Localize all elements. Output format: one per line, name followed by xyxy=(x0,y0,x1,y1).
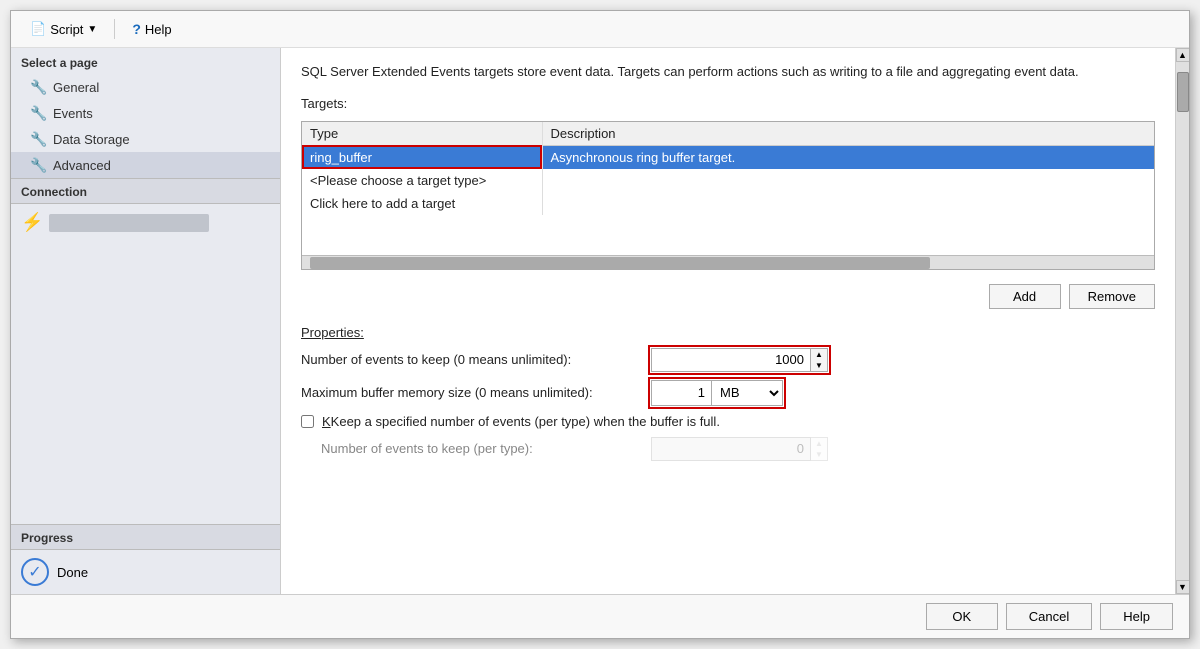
content-area: SQL Server Extended Events targets store… xyxy=(281,48,1175,594)
connection-section-title: Connection xyxy=(11,178,280,204)
prop1-label: Number of events to keep (0 means unlimi… xyxy=(301,352,641,367)
prop3-input xyxy=(651,437,811,461)
prop1-input-wrap: ▲ ▼ xyxy=(651,348,828,372)
help-bottom-button[interactable]: Help xyxy=(1100,603,1173,630)
cancel-button[interactable]: Cancel xyxy=(1006,603,1092,630)
help-button[interactable]: ? Help xyxy=(123,17,180,41)
scroll-down-arrow[interactable]: ▼ xyxy=(1176,580,1190,594)
sidebar-item-events[interactable]: 🔧 Events xyxy=(11,100,280,126)
data-storage-icon: 🔧 xyxy=(31,131,47,147)
prop3-spinner: ▲ ▼ xyxy=(811,437,828,461)
checkbox-label-text: Keep a specified number of events (per t… xyxy=(331,414,720,429)
toolbar-separator xyxy=(114,19,115,39)
keep-events-checkbox[interactable] xyxy=(301,415,314,428)
prop2-unit-select[interactable]: KB MB GB xyxy=(712,381,782,405)
empty-row xyxy=(302,215,1154,255)
properties-section: Properties: Number of events to keep (0 … xyxy=(301,325,1155,469)
prop1-down-btn[interactable]: ▼ xyxy=(811,360,827,371)
table-scrollbar-thumb[interactable] xyxy=(310,257,930,269)
sidebar-item-general[interactable]: 🔧 General xyxy=(11,74,280,100)
placeholder-type-cell: <Please choose a target type> xyxy=(302,169,542,192)
prop2-label: Maximum buffer memory size (0 means unli… xyxy=(301,385,641,400)
properties-label: Properties: xyxy=(301,325,1155,340)
add-target-cell: Click here to add a target xyxy=(302,192,542,215)
table-scrollbar[interactable] xyxy=(302,255,1154,269)
sidebar: Select a page 🔧 General 🔧 Events 🔧 Data … xyxy=(11,48,281,594)
add-button[interactable]: Add xyxy=(989,284,1061,309)
toolbar: 📄 Script ▼ ? Help xyxy=(11,11,1189,48)
general-icon: 🔧 xyxy=(31,79,47,95)
prop3-up-btn: ▲ xyxy=(811,438,827,449)
table-row[interactable]: Click here to add a target xyxy=(302,192,1154,215)
progress-section-title: Progress xyxy=(11,524,280,550)
progress-check-icon: ✓ xyxy=(21,558,49,586)
dialog: 📄 Script ▼ ? Help Select a page 🔧 Genera… xyxy=(10,10,1190,639)
prop3-input-wrap: ▲ ▼ xyxy=(651,437,828,461)
remove-button[interactable]: Remove xyxy=(1069,284,1155,309)
col-type-header: Type xyxy=(302,122,542,146)
script-icon: 📄 xyxy=(30,21,46,37)
advanced-icon: 🔧 xyxy=(31,157,47,173)
prop3-row: Number of events to keep (per type): ▲ ▼ xyxy=(301,437,1155,461)
add-target-desc-cell xyxy=(542,192,1154,215)
prop3-down-btn: ▼ xyxy=(811,449,827,460)
select-page-title: Select a page xyxy=(11,48,280,74)
help-label: Help xyxy=(145,22,172,37)
prop3-label: Number of events to keep (per type): xyxy=(301,441,641,456)
prop2-row: Maximum buffer memory size (0 means unli… xyxy=(301,380,1155,406)
script-dropdown-icon: ▼ xyxy=(87,24,97,35)
col-desc-header: Description xyxy=(542,122,1154,146)
checkbox-row: KKeep a specified number of events (per … xyxy=(301,414,1155,429)
sidebar-general-label: General xyxy=(53,80,99,95)
table-row[interactable]: ring_buffer Asynchronous ring buffer tar… xyxy=(302,145,1154,169)
sidebar-advanced-label: Advanced xyxy=(53,158,111,173)
prop2-mb-input[interactable] xyxy=(652,381,712,405)
add-remove-row: Add Remove xyxy=(301,284,1155,309)
prop1-up-btn[interactable]: ▲ xyxy=(811,349,827,360)
prop1-input[interactable] xyxy=(651,348,811,372)
scroll-thumb[interactable] xyxy=(1177,72,1189,112)
checkbox-label: KKeep a specified number of events (per … xyxy=(322,414,720,429)
sidebar-item-advanced[interactable]: 🔧 Advanced xyxy=(11,152,280,178)
prop1-spinner: ▲ ▼ xyxy=(811,348,828,372)
sidebar-item-data-storage[interactable]: 🔧 Data Storage xyxy=(11,126,280,152)
targets-table-wrap: Type Description ring_buffer Asynchronou… xyxy=(301,121,1155,270)
scroll-up-arrow[interactable]: ▲ xyxy=(1176,48,1190,62)
ok-button[interactable]: OK xyxy=(926,603,998,630)
prop2-input-wrap: KB MB GB xyxy=(651,380,783,406)
sidebar-data-storage-label: Data Storage xyxy=(53,132,130,147)
right-scrollbar[interactable]: ▲ ▼ xyxy=(1175,48,1189,594)
main-area: Select a page 🔧 General 🔧 Events 🔧 Data … xyxy=(11,48,1189,594)
ring-buffer-type-cell: ring_buffer xyxy=(302,145,542,169)
connection-icon: ⚡ xyxy=(21,212,43,233)
connection-bar xyxy=(49,214,209,232)
events-icon: 🔧 xyxy=(31,105,47,121)
sidebar-events-label: Events xyxy=(53,106,93,121)
connection-info: ⚡ xyxy=(11,204,280,241)
progress-area: ✓ Done xyxy=(11,550,280,594)
progress-status: Done xyxy=(57,565,88,580)
prop1-row: Number of events to keep (0 means unlimi… xyxy=(301,348,1155,372)
script-label: Script xyxy=(50,22,83,37)
bottom-bar: OK Cancel Help xyxy=(11,594,1189,638)
script-button[interactable]: 📄 Script ▼ xyxy=(21,17,106,41)
help-icon: ? xyxy=(132,21,141,37)
table-row[interactable]: <Please choose a target type> xyxy=(302,169,1154,192)
description-text: SQL Server Extended Events targets store… xyxy=(301,62,1121,82)
scroll-track[interactable] xyxy=(1176,62,1190,580)
ring-buffer-desc-cell: Asynchronous ring buffer target. xyxy=(542,145,1154,169)
placeholder-desc-cell xyxy=(542,169,1154,192)
targets-label: Targets: xyxy=(301,96,1155,111)
targets-table: Type Description ring_buffer Asynchronou… xyxy=(302,122,1154,255)
